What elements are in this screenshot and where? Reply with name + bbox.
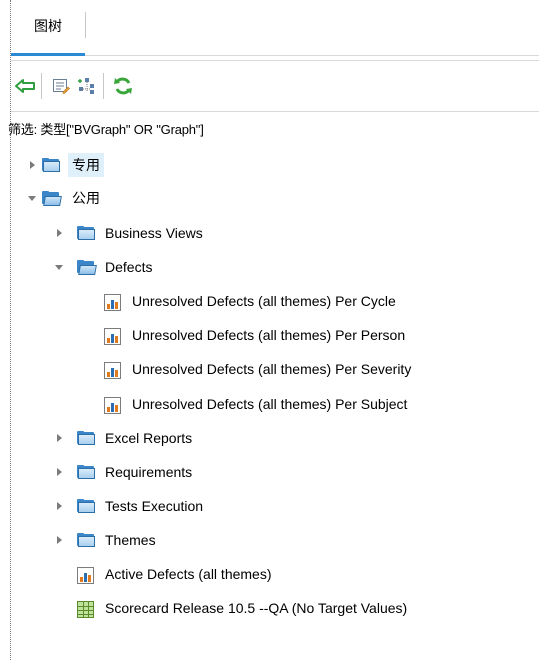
expand-arrow-icon[interactable] [54,501,64,511]
tree-item-graph[interactable]: Active Defects (all themes) [0,561,539,587]
bar-chart-icon [77,566,95,584]
tree-item-label: Scorecard Release 10.5 --QA (No Target V… [105,600,408,616]
folder-icon [77,464,95,480]
folder-icon [77,225,95,241]
tree-item-label: Unresolved Defects (all themes) Per Cycl… [132,293,396,309]
open-folder-icon [77,259,97,275]
folder-icon [77,532,95,548]
expand-arrow-icon[interactable] [54,433,64,443]
toolbar [11,60,539,112]
tree-folder-excel-reports[interactable]: Excel Reports [0,425,539,451]
tab-active-indicator [11,53,85,56]
edit-button[interactable] [51,76,71,96]
tree-folder-defects[interactable]: Defects [0,254,539,280]
tree-folder-private[interactable]: 专用 [0,152,539,178]
tree-folder-label: Excel Reports [105,430,193,446]
tree-item-scorecard[interactable]: Scorecard Release 10.5 --QA (No Target V… [0,595,539,621]
folder-icon [77,498,95,514]
tab-graph-tree[interactable]: 图树 [11,0,85,52]
tree-structure-button[interactable] [77,76,97,96]
bar-chart-icon [104,293,122,311]
tree-folder-business-views[interactable]: Business Views [0,220,539,246]
back-arrow-icon [15,79,35,93]
tree-item-graph[interactable]: Unresolved Defects (all themes) Per Subj… [0,391,539,417]
expand-arrow-icon[interactable] [54,228,64,238]
scorecard-grid-icon [77,600,95,618]
tree-folder-requirements[interactable]: Requirements [0,459,539,485]
bar-chart-icon [104,396,122,414]
collapse-arrow-icon[interactable] [27,193,37,203]
tree-item-label: Unresolved Defects (all themes) Per Subj… [132,396,408,412]
tab-separator [85,12,86,38]
open-folder-icon [42,190,62,206]
tree-item-graph[interactable]: Unresolved Defects (all themes) Per Pers… [0,322,539,348]
back-button[interactable] [15,76,35,96]
tree-item-graph[interactable]: Unresolved Defects (all themes) Per Seve… [0,356,539,382]
filter-text: 筛选: 类型["BVGraph" OR "Graph"] [8,122,204,137]
tree-item-label: Active Defects (all themes) [105,566,272,582]
tree-folder-label: Tests Execution [105,498,204,514]
tree-folder-label: 公用 [72,190,100,206]
expand-arrow-icon[interactable] [54,467,64,477]
collapse-arrow-icon[interactable] [54,262,64,272]
tab-graph-tree-label: 图树 [34,18,62,34]
edit-list-icon [53,79,70,94]
folder-icon [42,157,60,173]
tree-folder-label: Business Views [105,225,203,241]
toolbar-separator [41,73,42,99]
tree-folder-tests-execution[interactable]: Tests Execution [0,493,539,519]
tree-item-label: Unresolved Defects (all themes) Per Seve… [132,361,412,377]
tree-folder-themes[interactable]: Themes [0,527,539,553]
tree-folder-label: Requirements [105,464,193,480]
refresh-icon [114,77,132,95]
tree-structure-icon [78,78,94,94]
expand-arrow-icon[interactable] [27,160,37,170]
tab-strip: 图树 [11,0,539,56]
tree-folder-label: Themes [105,532,156,548]
bar-chart-icon [104,327,122,345]
folder-icon [77,430,95,446]
expand-arrow-icon[interactable] [54,535,64,545]
refresh-button[interactable] [113,76,133,96]
tree-folder-public[interactable]: 公用 [0,185,539,211]
toolbar-separator [103,73,104,99]
tree-folder-label: 专用 [68,153,104,177]
bar-chart-icon [104,361,122,379]
tree-item-label: Unresolved Defects (all themes) Per Pers… [132,327,406,343]
tree-folder-label: Defects [105,259,153,275]
tree-item-graph[interactable]: Unresolved Defects (all themes) Per Cycl… [0,288,539,314]
